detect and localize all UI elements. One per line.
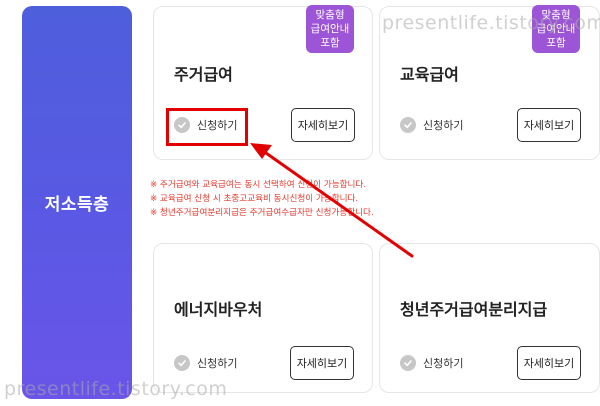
card-title: 에너지바우처 [174, 300, 263, 319]
details-button[interactable]: 자세히보기 [291, 108, 355, 142]
check-icon [400, 355, 416, 371]
apply-label: 신청하기 [197, 357, 238, 370]
card-title: 청년주거급여분리지급 [400, 300, 548, 319]
apply-checkbox[interactable]: 신청하기 [400, 349, 463, 377]
badge-line: 포함 [320, 37, 340, 49]
note-line: ※ 주거급여와 교육급여는 동시 선택하여 신청이 가능합니다. [150, 180, 367, 190]
card-title: 교육급여 [400, 65, 459, 84]
category-sidebar: 저소득층 [22, 6, 132, 399]
apply-checkbox[interactable]: 신청하기 [400, 111, 463, 139]
apply-checkbox[interactable]: 신청하기 [174, 349, 237, 377]
highlight-box [166, 108, 248, 146]
notes: ※ 주거급여와 교육급여는 동시 선택하여 신청이 가능합니다. ※ 교육급여 … [150, 178, 374, 220]
card-title: 주거급여 [174, 65, 233, 84]
badge-line: 포함 [546, 37, 566, 49]
badge-line: 급여안내 [310, 23, 350, 35]
details-button[interactable]: 자세히보기 [517, 108, 581, 142]
apply-label: 신청하기 [423, 357, 464, 370]
note-line: ※ 청년주거급여분리지급은 주거급여수급자만 신청가능합니다. [150, 208, 374, 218]
card-energy-voucher: 에너지바우처 신청하기 자세히보기 [153, 243, 373, 393]
watermark-bottom: presentlife.tistory.com [4, 378, 228, 400]
apply-label: 신청하기 [423, 119, 464, 132]
details-button[interactable]: 자세히보기 [290, 346, 354, 380]
card-youth-housing-split: 청년주거급여분리지급 신청하기 자세히보기 [379, 243, 600, 393]
custom-benefit-badge: 맞춤형 급여안내 포함 [306, 5, 354, 53]
badge-line: 맞춤형 [315, 9, 345, 21]
details-button[interactable]: 자세히보기 [517, 346, 581, 380]
watermark-top: presentlife.tistory.com [382, 12, 600, 34]
check-icon [174, 355, 190, 371]
category-title: 저소득층 [44, 195, 110, 215]
note-line: ※ 교육급여 신청 시 초중고교육비 동시신청이 가능합니다. [150, 194, 359, 204]
check-icon [400, 117, 416, 133]
